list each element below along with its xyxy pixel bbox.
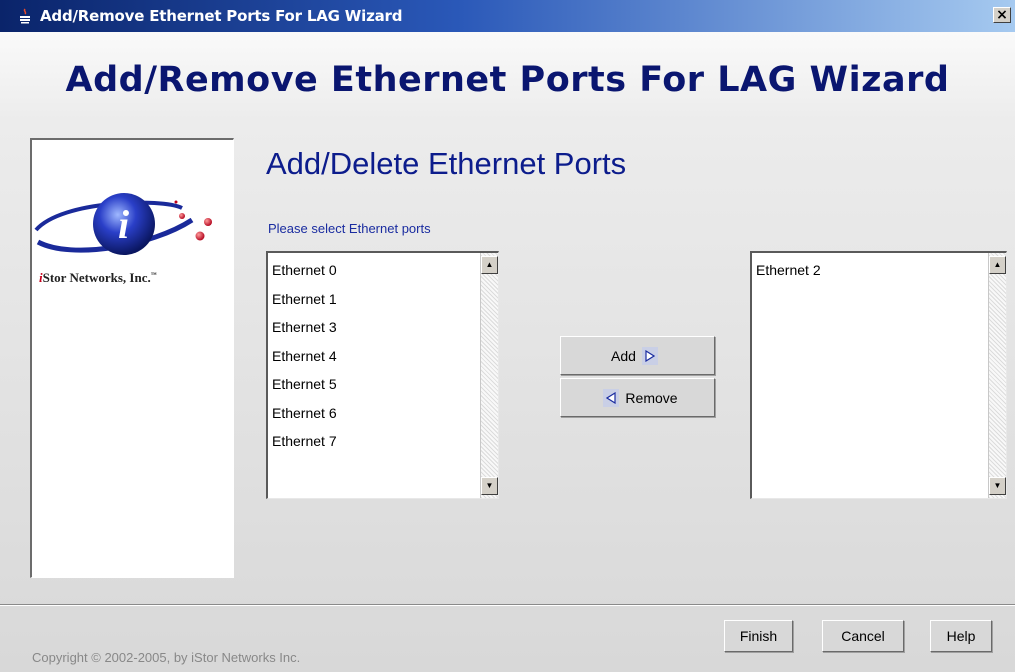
wizard-window: Add/Remove Ethernet Ports For LAG Wizard… — [0, 0, 1015, 672]
logo-panel: i iStor Networks, Inc.™ — [30, 138, 234, 578]
port-list-item[interactable]: Ethernet 6 — [270, 404, 337, 433]
section-title: Add/Delete Ethernet Ports — [266, 146, 627, 181]
instruction-label: Please select Ethernet ports — [268, 221, 431, 236]
selected-ports-list[interactable]: Ethernet 2 ▲ ▼ — [750, 251, 1007, 499]
remove-button[interactable]: Remove — [560, 378, 715, 417]
available-ports-scrollbar[interactable]: ▲ ▼ — [480, 253, 498, 498]
add-button-label: Add — [611, 347, 636, 364]
port-list-item[interactable]: Ethernet 4 — [270, 347, 337, 376]
close-button[interactable]: × — [993, 7, 1011, 23]
logo-i-mark: i — [118, 202, 129, 247]
port-list-item[interactable]: Ethernet 0 — [270, 261, 337, 290]
footer-divider — [0, 604, 1015, 606]
port-list-item[interactable]: Ethernet 5 — [270, 375, 337, 404]
scroll-up-icon[interactable]: ▲ — [989, 256, 1006, 274]
arrow-right-icon — [641, 346, 658, 365]
help-button[interactable]: Help — [930, 620, 992, 652]
available-ports-list[interactable]: Ethernet 0 Ethernet 1 Ethernet 3 Etherne… — [266, 251, 499, 499]
port-list-item[interactable]: Ethernet 3 — [270, 318, 337, 347]
port-list-item[interactable]: Ethernet 2 — [754, 261, 821, 290]
arrow-left-icon — [603, 388, 620, 407]
scroll-down-icon[interactable]: ▼ — [481, 477, 498, 495]
remove-button-label: Remove — [625, 389, 678, 406]
istor-logo-icon: i — [34, 193, 212, 255]
java-cup-icon — [18, 8, 32, 24]
close-icon: × — [996, 7, 1008, 23]
add-button[interactable]: Add — [560, 336, 715, 375]
company-name: iStor Networks, Inc.™ — [39, 270, 157, 285]
finish-button[interactable]: Finish — [724, 620, 793, 652]
selected-ports-scrollbar[interactable]: ▲ ▼ — [988, 253, 1006, 498]
help-button-label: Help — [946, 628, 976, 644]
copyright-text: Copyright © 2002-2005, by iStor Networks… — [32, 650, 301, 665]
title-bar: Add/Remove Ethernet Ports For LAG Wizard… — [0, 0, 1015, 32]
cancel-button-label: Cancel — [841, 628, 885, 644]
cancel-button[interactable]: Cancel — [822, 620, 904, 652]
window-title: Add/Remove Ethernet Ports For LAG Wizard — [40, 7, 403, 25]
wizard-banner-title: Add/Remove Ethernet Ports For LAG Wizard — [65, 60, 950, 100]
scroll-down-icon[interactable]: ▼ — [989, 477, 1006, 495]
port-list-item[interactable]: Ethernet 7 — [270, 432, 337, 461]
finish-button-label: Finish — [739, 628, 778, 644]
scroll-up-icon[interactable]: ▲ — [481, 256, 498, 274]
port-list-item[interactable]: Ethernet 1 — [270, 290, 337, 319]
